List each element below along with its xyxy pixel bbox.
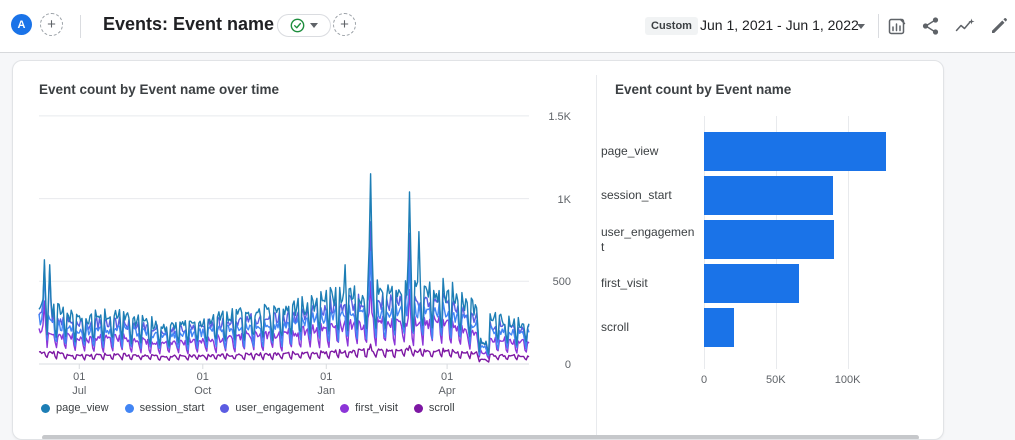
bar-category-label: page_view bbox=[601, 144, 659, 159]
x-axis-label: 01 Jan bbox=[317, 371, 336, 397]
status-dropdown-caret-icon bbox=[310, 23, 318, 28]
bar-user_engagement[interactable] bbox=[704, 220, 835, 259]
check-circle-icon bbox=[290, 18, 305, 33]
bar-axis-label: 100K bbox=[834, 374, 861, 386]
insights-button[interactable] bbox=[954, 15, 976, 37]
status-pill[interactable] bbox=[277, 14, 331, 37]
bar-category-label: scroll bbox=[601, 320, 630, 335]
edit-button[interactable] bbox=[988, 15, 1010, 37]
legend-item-scroll[interactable]: scroll bbox=[413, 402, 455, 414]
legend-label: scroll bbox=[428, 402, 455, 414]
legend-dot-icon bbox=[41, 403, 50, 413]
x-axis-label: 01 Oct bbox=[194, 371, 212, 397]
share-button[interactable] bbox=[920, 15, 942, 37]
customize-report-button[interactable] bbox=[886, 15, 908, 37]
date-range-caret-icon[interactable] bbox=[857, 24, 865, 29]
date-range-type-badge: Custom bbox=[645, 17, 698, 35]
legend-dot-icon bbox=[124, 403, 134, 413]
bar-axis-label: 0 bbox=[700, 374, 708, 386]
insights-icon bbox=[955, 18, 975, 32]
legend-dot-icon bbox=[340, 403, 350, 413]
pencil-icon bbox=[992, 18, 1007, 33]
section-divider bbox=[596, 75, 597, 439]
legend-dot-icon bbox=[413, 403, 423, 413]
bar-first_visit[interactable] bbox=[704, 264, 799, 303]
customize-report-icon bbox=[888, 18, 906, 35]
bar-axis-label: 50K bbox=[766, 374, 786, 386]
legend-label: session_start bbox=[139, 402, 205, 414]
account-avatar[interactable]: A bbox=[11, 14, 32, 35]
add-tab-button[interactable]: + bbox=[40, 13, 63, 36]
legend-label: user_engagement bbox=[235, 402, 325, 414]
bar-category-label: first_visit bbox=[601, 276, 648, 291]
bar-scroll[interactable] bbox=[704, 308, 735, 347]
share-icon bbox=[922, 17, 939, 35]
x-axis-label: 01 Jul bbox=[72, 371, 87, 397]
top-bar: A + Events: Event name + Custom Jun 1, 2… bbox=[0, 0, 1015, 53]
bar-category-label: session_start bbox=[601, 188, 672, 203]
bar-category-label: user_engagement bbox=[601, 225, 695, 254]
toolbar-divider bbox=[878, 14, 879, 38]
y-axis-label: 0 bbox=[564, 359, 571, 371]
page-title: Events: Event name bbox=[103, 14, 275, 34]
legend-label: first_visit bbox=[355, 402, 398, 414]
report-card: Event count by Event name over time 0 500… bbox=[12, 60, 944, 440]
date-range[interactable]: Jun 1, 2021 - Jun 1, 2022 bbox=[700, 17, 859, 33]
toolbar-icons bbox=[886, 15, 1010, 37]
x-axis-label: 01 Apr bbox=[438, 371, 456, 397]
bar-chart-title: Event count by Event name bbox=[615, 82, 792, 97]
legend-item-session_start[interactable]: session_start bbox=[124, 402, 205, 414]
legend-label: page_view bbox=[56, 402, 109, 414]
legend-item-page_view[interactable]: page_view bbox=[41, 402, 109, 414]
y-axis-label: 1.5K bbox=[548, 110, 571, 123]
bar-page_view[interactable] bbox=[704, 132, 887, 171]
card-horizontal-scrollbar[interactable] bbox=[42, 435, 919, 439]
y-axis-label: 1K bbox=[557, 193, 571, 206]
add-comparison-button[interactable]: + bbox=[333, 13, 356, 36]
y-axis-label: 500 bbox=[552, 276, 571, 289]
chart-legend: page_view session_start user_engagement fir… bbox=[41, 402, 455, 414]
legend-item-user_engagement[interactable]: user_engagement bbox=[220, 402, 324, 414]
header-divider bbox=[80, 15, 81, 38]
legend-dot-icon bbox=[220, 403, 230, 413]
legend-item-first_visit[interactable]: first_visit bbox=[340, 402, 398, 414]
bar-session_start[interactable] bbox=[704, 176, 834, 215]
